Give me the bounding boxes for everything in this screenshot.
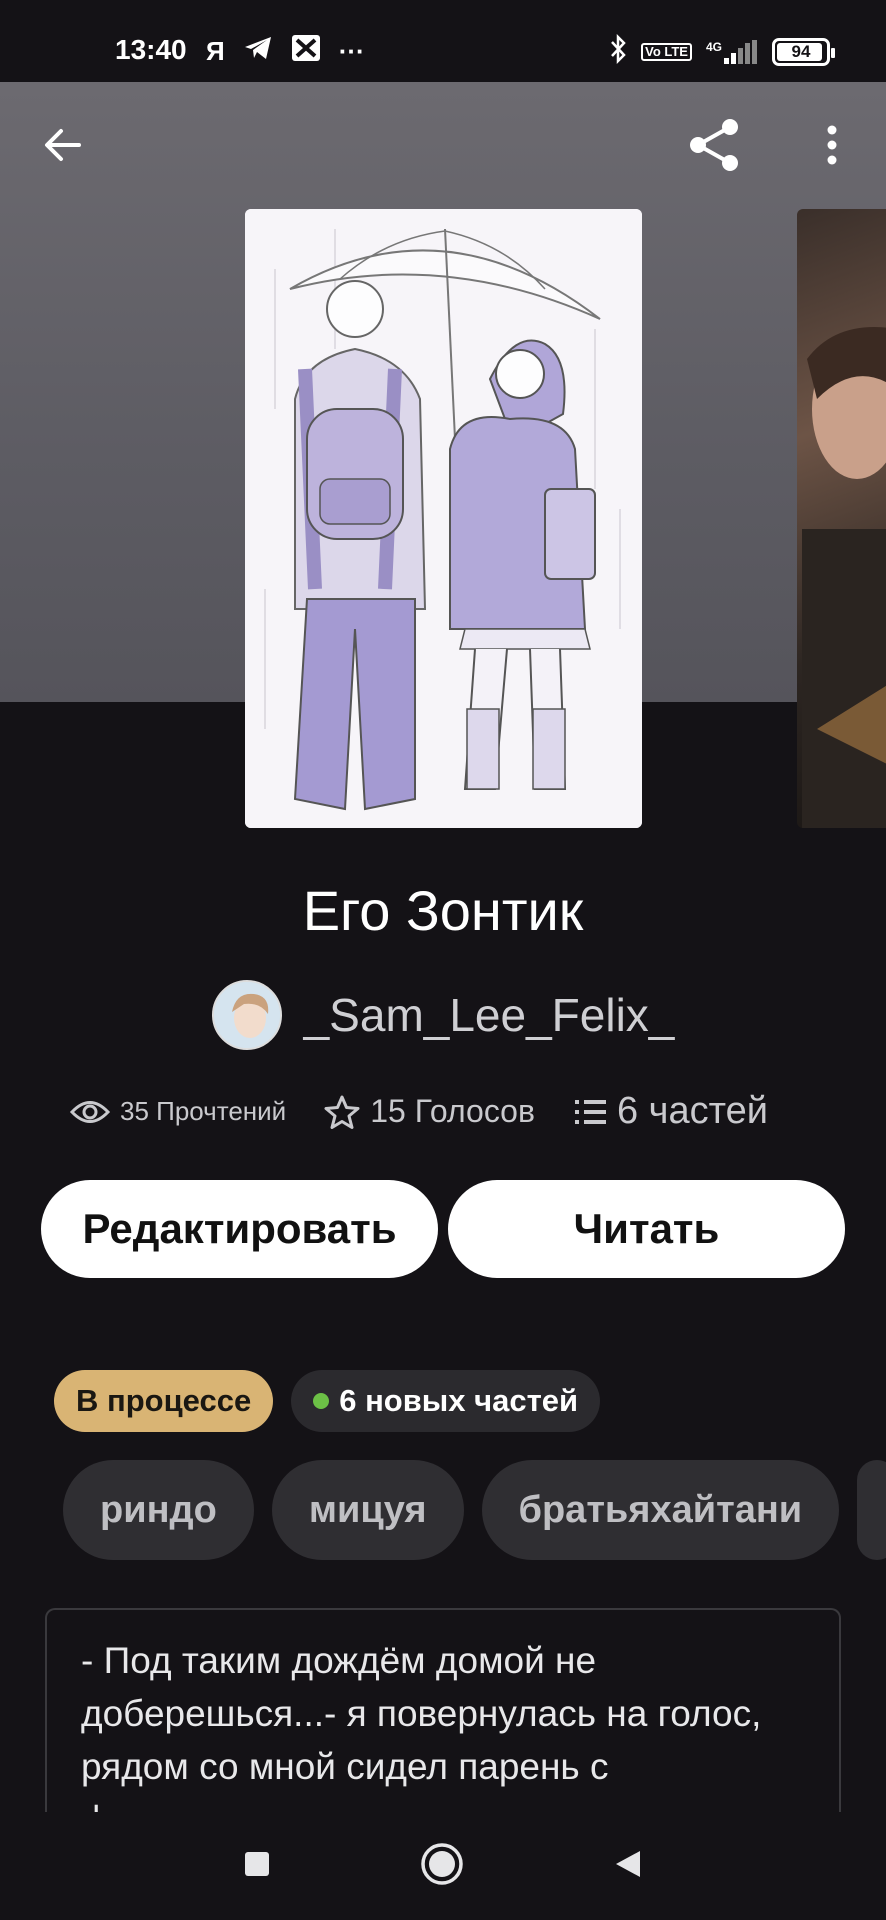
read-button[interactable]: Читать bbox=[448, 1180, 845, 1278]
bluetooth-icon bbox=[609, 33, 627, 69]
yandex-icon: Я bbox=[206, 36, 225, 66]
parts-stat: 6 частей bbox=[574, 1090, 768, 1133]
status-badge: В процессе bbox=[54, 1370, 274, 1432]
app-icon bbox=[291, 34, 321, 69]
volte-icon: Vo LTE bbox=[641, 42, 692, 61]
votes-count: 15 Голосов bbox=[370, 1093, 535, 1129]
status-time: 13:40 bbox=[115, 34, 187, 65]
status-notification-icons: Я ··· bbox=[206, 34, 365, 69]
nav-back-button[interactable] bbox=[614, 1849, 642, 1884]
telegram-icon bbox=[243, 35, 273, 68]
status-badges: В процессе 6 новых частей bbox=[54, 1370, 601, 1432]
story-title: Его Зонтик bbox=[302, 879, 584, 942]
star-icon bbox=[324, 1095, 360, 1129]
more-dots-icon: ··· bbox=[338, 36, 365, 66]
recent-apps-button[interactable] bbox=[244, 1851, 270, 1882]
next-cover-image bbox=[802, 327, 886, 828]
eye-icon bbox=[70, 1100, 110, 1123]
more-vertical-icon bbox=[827, 125, 837, 165]
share-icon bbox=[690, 119, 738, 171]
battery-percent: 94 bbox=[791, 41, 811, 61]
author-avatar-image bbox=[213, 982, 280, 1048]
more-options-button[interactable] bbox=[802, 115, 862, 175]
status-bar: 13:40 Я ··· Vo LTE 4G 94 bbox=[0, 0, 886, 82]
tag-chip[interactable]: братьяхайтани bbox=[481, 1460, 840, 1560]
back-button[interactable] bbox=[33, 115, 93, 175]
tag-chip[interactable]: мицуя bbox=[271, 1460, 464, 1560]
tag-chip-partial[interactable] bbox=[857, 1460, 886, 1560]
circle-icon bbox=[421, 1842, 463, 1885]
square-icon bbox=[245, 1851, 269, 1876]
tag-chip[interactable]: риндо bbox=[63, 1460, 254, 1560]
edit-button[interactable]: Редактировать bbox=[41, 1180, 438, 1278]
reads-count: 35 Прочтений bbox=[120, 1096, 287, 1126]
author-name[interactable]: _Sam_Lee_Felix_ bbox=[304, 988, 675, 1042]
reads-stat: 35 Прочтений bbox=[70, 1096, 286, 1127]
status-system-icons: Vo LTE 4G 94 bbox=[609, 33, 835, 69]
avatar[interactable] bbox=[211, 980, 282, 1050]
battery-icon: 94 bbox=[772, 37, 835, 66]
home-button[interactable] bbox=[420, 1842, 464, 1891]
tags-list: риндо мицуя братьяхайтани bbox=[63, 1460, 886, 1560]
votes-stat: 15 Голосов bbox=[324, 1093, 535, 1130]
story-stats: 35 Прочтений 15 Голосов 6 частей bbox=[70, 1090, 768, 1133]
new-indicator-dot bbox=[313, 1393, 330, 1409]
new-parts-label: 6 новых частей bbox=[339, 1383, 579, 1418]
author-row[interactable]: _Sam_Lee_Felix_ bbox=[0, 980, 886, 1050]
list-icon bbox=[574, 1099, 606, 1124]
next-story-cover[interactable] bbox=[797, 209, 886, 828]
story-cover[interactable] bbox=[245, 209, 642, 828]
triangle-back-icon bbox=[616, 1850, 640, 1877]
new-parts-badge: 6 новых частей bbox=[291, 1370, 601, 1432]
signal-icon: 4G bbox=[706, 39, 758, 64]
system-nav-bar bbox=[0, 1812, 886, 1920]
share-button[interactable] bbox=[684, 115, 744, 175]
arrow-left-icon bbox=[45, 129, 81, 161]
cover-illustration bbox=[245, 209, 642, 828]
parts-count: 6 частей bbox=[616, 1090, 768, 1132]
